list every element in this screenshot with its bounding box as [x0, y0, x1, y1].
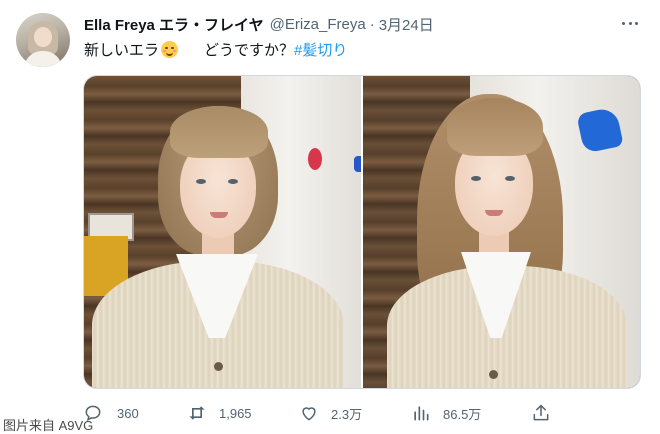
heart-icon — [302, 407, 316, 421]
photo-before-haircut[interactable] — [84, 76, 361, 388]
retweet-icon — [189, 406, 205, 420]
share-button[interactable] — [531, 400, 551, 426]
tweet-media — [83, 75, 641, 389]
user-handle[interactable]: @Eriza_Freya — [270, 16, 366, 33]
tweet-actions: 360 1,965 2.3万 86.5万 — [83, 400, 643, 426]
like-count: 2.3万 — [331, 406, 363, 422]
like-button[interactable]: 2.3万 — [299, 400, 362, 426]
separator-dot: · — [369, 15, 375, 33]
analytics-icon — [414, 406, 429, 421]
reply-count: 360 — [117, 405, 139, 421]
views-button[interactable]: 86.5万 — [411, 400, 481, 426]
display-name[interactable]: Ella Freya エラ・フレイヤ — [84, 14, 264, 35]
smiling-face-emoji-icon — [161, 41, 179, 58]
views-count: 86.5万 — [443, 406, 482, 422]
tweet-date[interactable]: 3月24日 — [379, 14, 434, 35]
tweet-text-prefix: 新しいエラ — [84, 42, 160, 59]
retweet-button[interactable]: 1,965 — [187, 400, 252, 426]
more-icon[interactable] — [618, 14, 642, 32]
photo-after-haircut[interactable] — [363, 76, 640, 388]
tweet-text-body: どうですか？ — [204, 42, 295, 59]
image-source-watermark: 图片来自 A9VG — [3, 418, 94, 433]
tweet-header: Ella Freya エラ・フレイヤ @Eriza_Freya · 3月24日 — [84, 13, 434, 35]
tweet-text: 新しいエラ どうですか？ #髪切り — [84, 39, 347, 60]
avatar[interactable] — [16, 13, 70, 67]
hashtag-link[interactable]: #髪切り — [294, 39, 347, 60]
share-icon — [533, 404, 549, 421]
retweet-count: 1,965 — [219, 405, 252, 421]
